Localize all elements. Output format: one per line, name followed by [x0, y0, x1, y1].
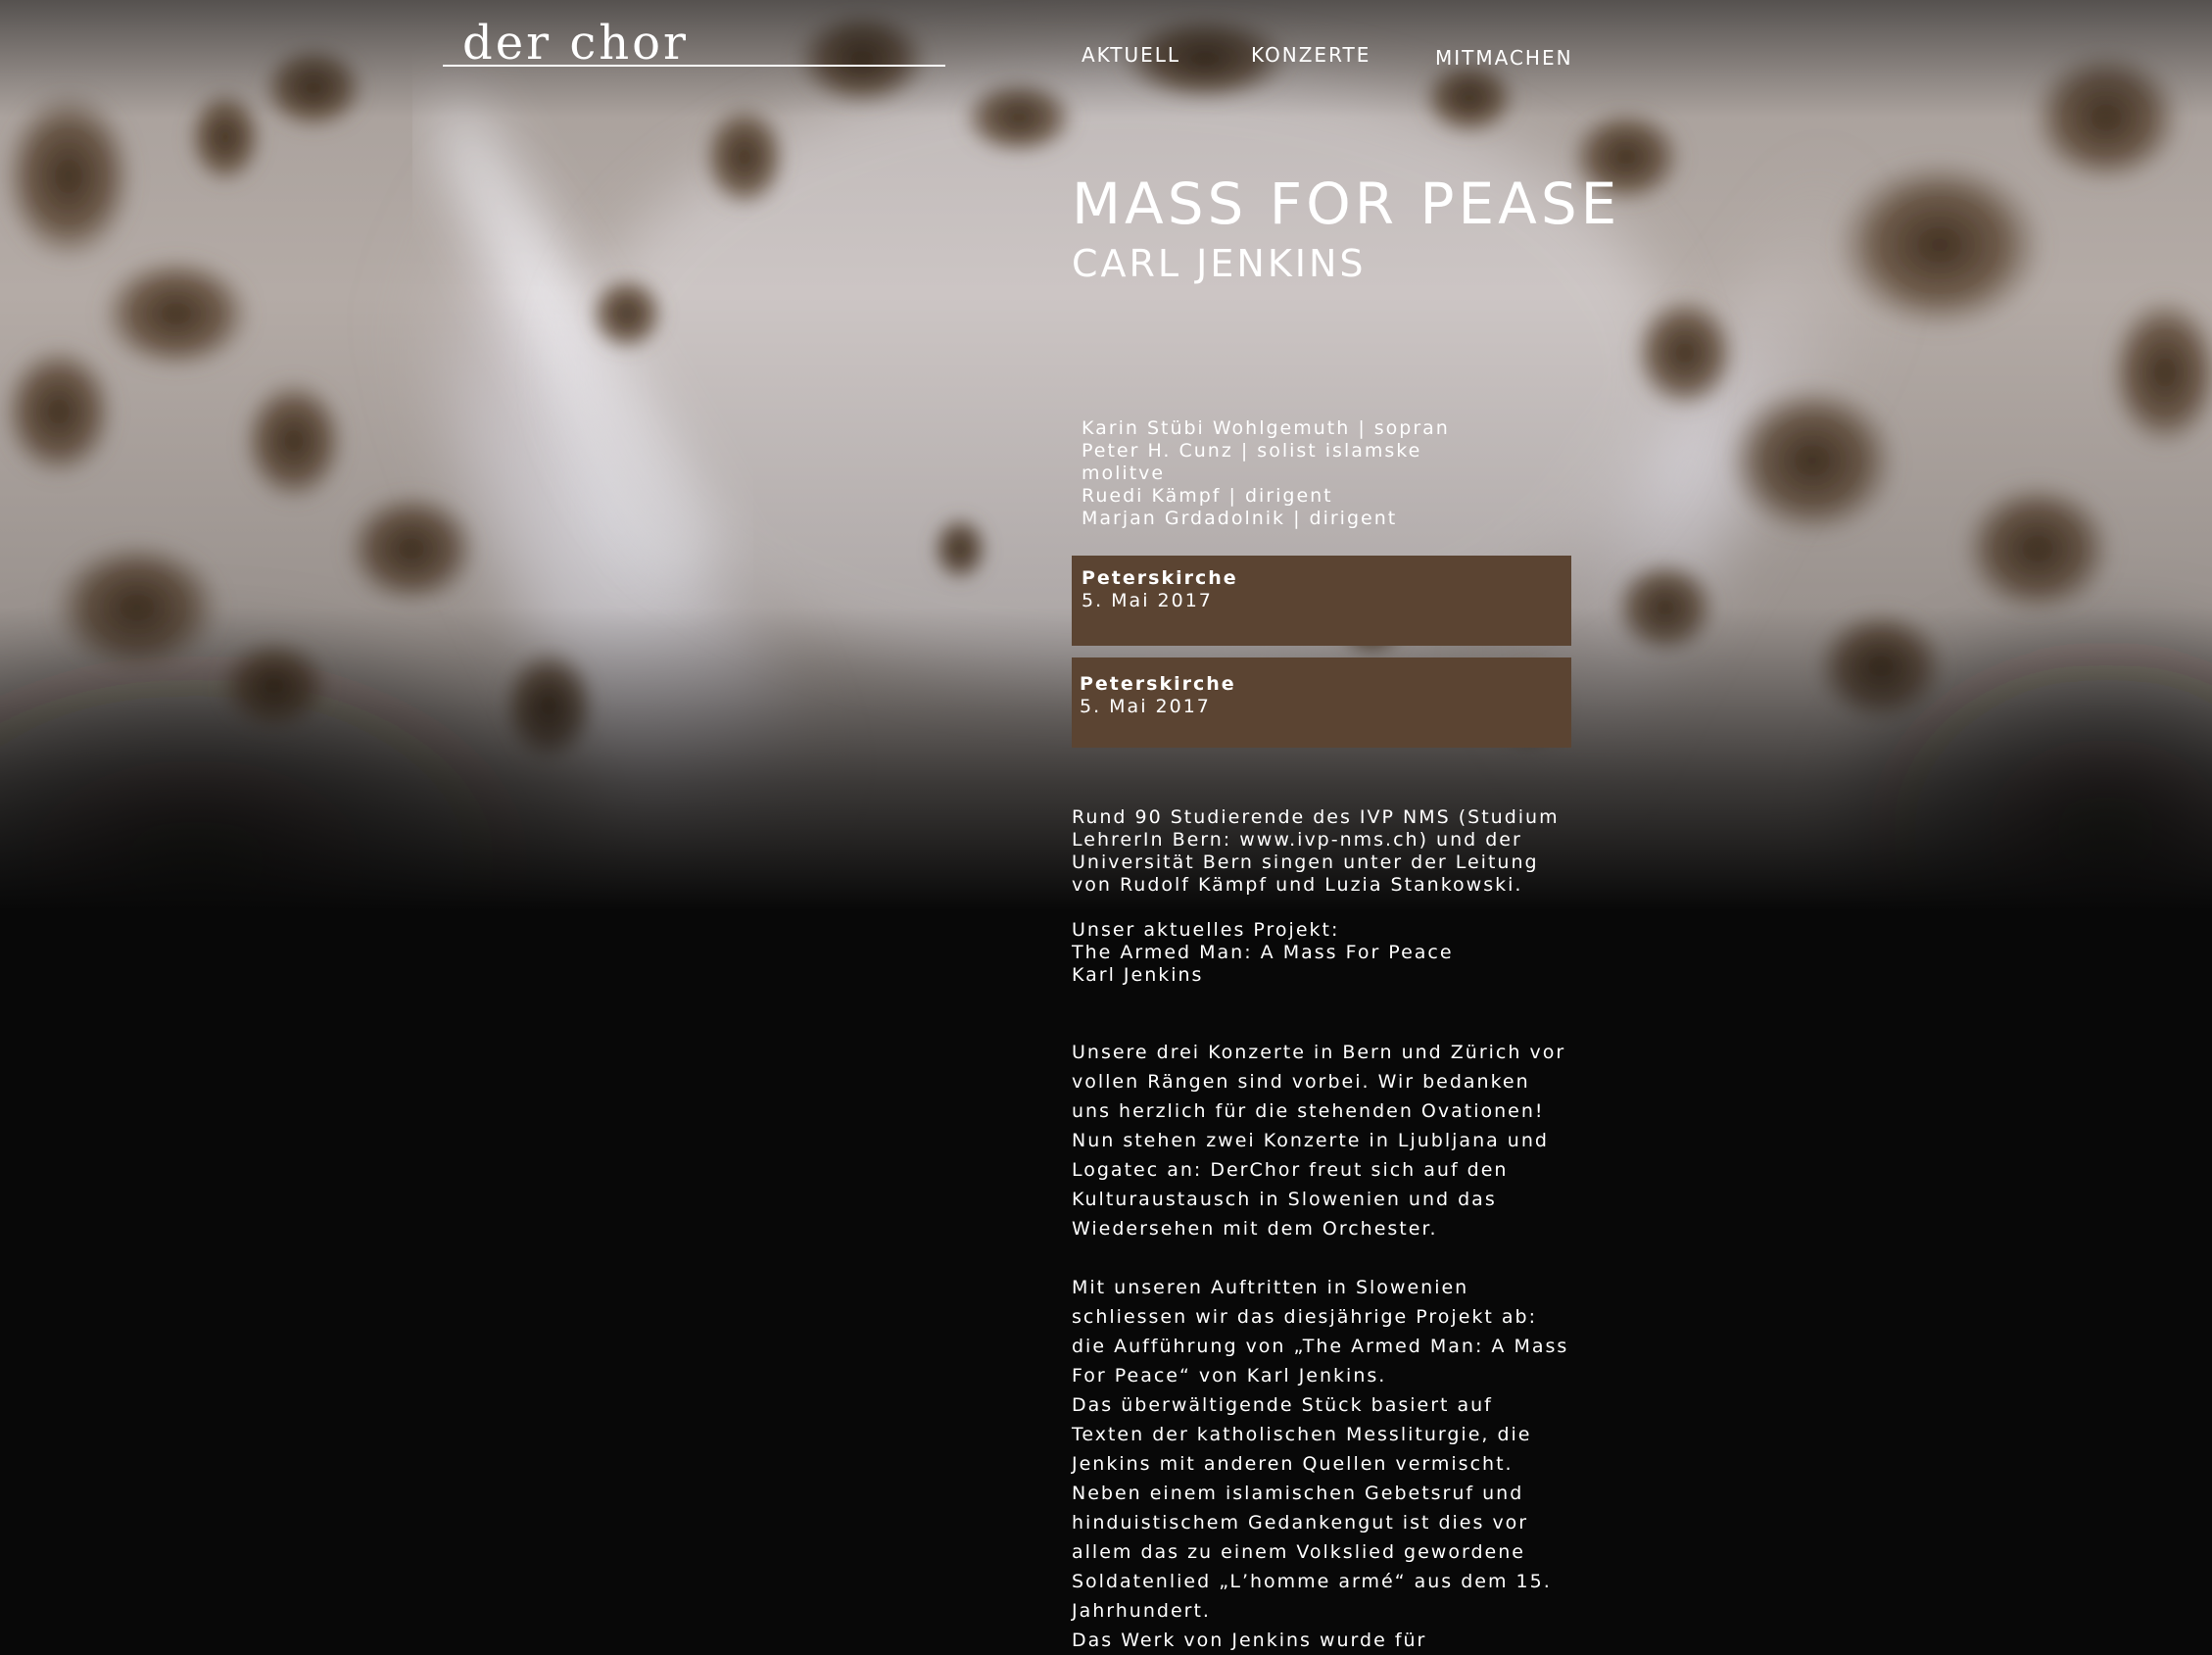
logo-underline	[443, 65, 945, 67]
performer-line: Karin Stübi Wohlgemuth | sopran	[1082, 417, 1450, 439]
concert-date-card[interactable]: Peterskirche 5. Mai 2017	[1072, 657, 1571, 748]
nav-link-mitmachen[interactable]: MITMACHEN	[1435, 46, 1573, 70]
nav-link-aktuell[interactable]: AKTUELL	[1082, 43, 1180, 67]
project-line: Unser aktuelles Projekt:	[1072, 919, 1340, 941]
concert-title: MASS FOR PEASE	[1072, 170, 1621, 237]
project-line: Karl Jenkins	[1072, 964, 1204, 986]
logo-text: der chor	[462, 16, 689, 71]
performer-line: Ruedi Kämpf | dirigent	[1082, 485, 1333, 507]
concert-date: 5. Mai 2017	[1080, 696, 1211, 717]
intro-text: Rund 90 Studierende des IVP NMS (Studium…	[1072, 806, 1571, 897]
nav-link-konzerte[interactable]: KONZERTE	[1251, 43, 1370, 67]
current-project: Unser aktuelles Projekt: The Armed Man: …	[1072, 919, 1571, 987]
concert-date: 5. Mai 2017	[1082, 590, 1213, 611]
performer-line: molitve	[1082, 462, 1166, 484]
project-line: The Armed Man: A Mass For Peace	[1072, 942, 1454, 963]
article-paragraph: Das überwältigende Stück basiert auf Tex…	[1072, 1394, 1552, 1622]
intro-paragraph: Rund 90 Studierende des IVP NMS (Studium…	[1072, 806, 1560, 896]
composer-name: CARL JENKINS	[1072, 242, 1367, 285]
article-paragraph: Das Werk von Jenkins wurde für	[1072, 1630, 1427, 1651]
concert-venue: Peterskirche	[1080, 673, 1236, 695]
concert-date-card[interactable]: Peterskirche 5. Mai 2017	[1072, 556, 1571, 646]
performer-line: Peter H. Cunz | solist islamske	[1082, 440, 1422, 462]
performer-line: Marjan Grdadolnik | dirigent	[1082, 508, 1398, 529]
article-body: Unsere drei Konzerte in Bern und Zürich …	[1072, 1038, 1571, 1655]
article-paragraph: Mit unseren Auftritten in Slowenien schl…	[1072, 1277, 1569, 1387]
main-content: MASS FOR PEASE CARL JENKINS Karin Stübi …	[1072, 167, 1621, 1655]
site-logo[interactable]: der chor	[443, 14, 945, 69]
article-paragraph: Unsere drei Konzerte in Bern und Zürich …	[1072, 1042, 1566, 1240]
concert-venue: Peterskirche	[1082, 567, 1238, 589]
performer-list: Karin Stübi Wohlgemuth | sopran Peter H.…	[1072, 417, 1571, 530]
